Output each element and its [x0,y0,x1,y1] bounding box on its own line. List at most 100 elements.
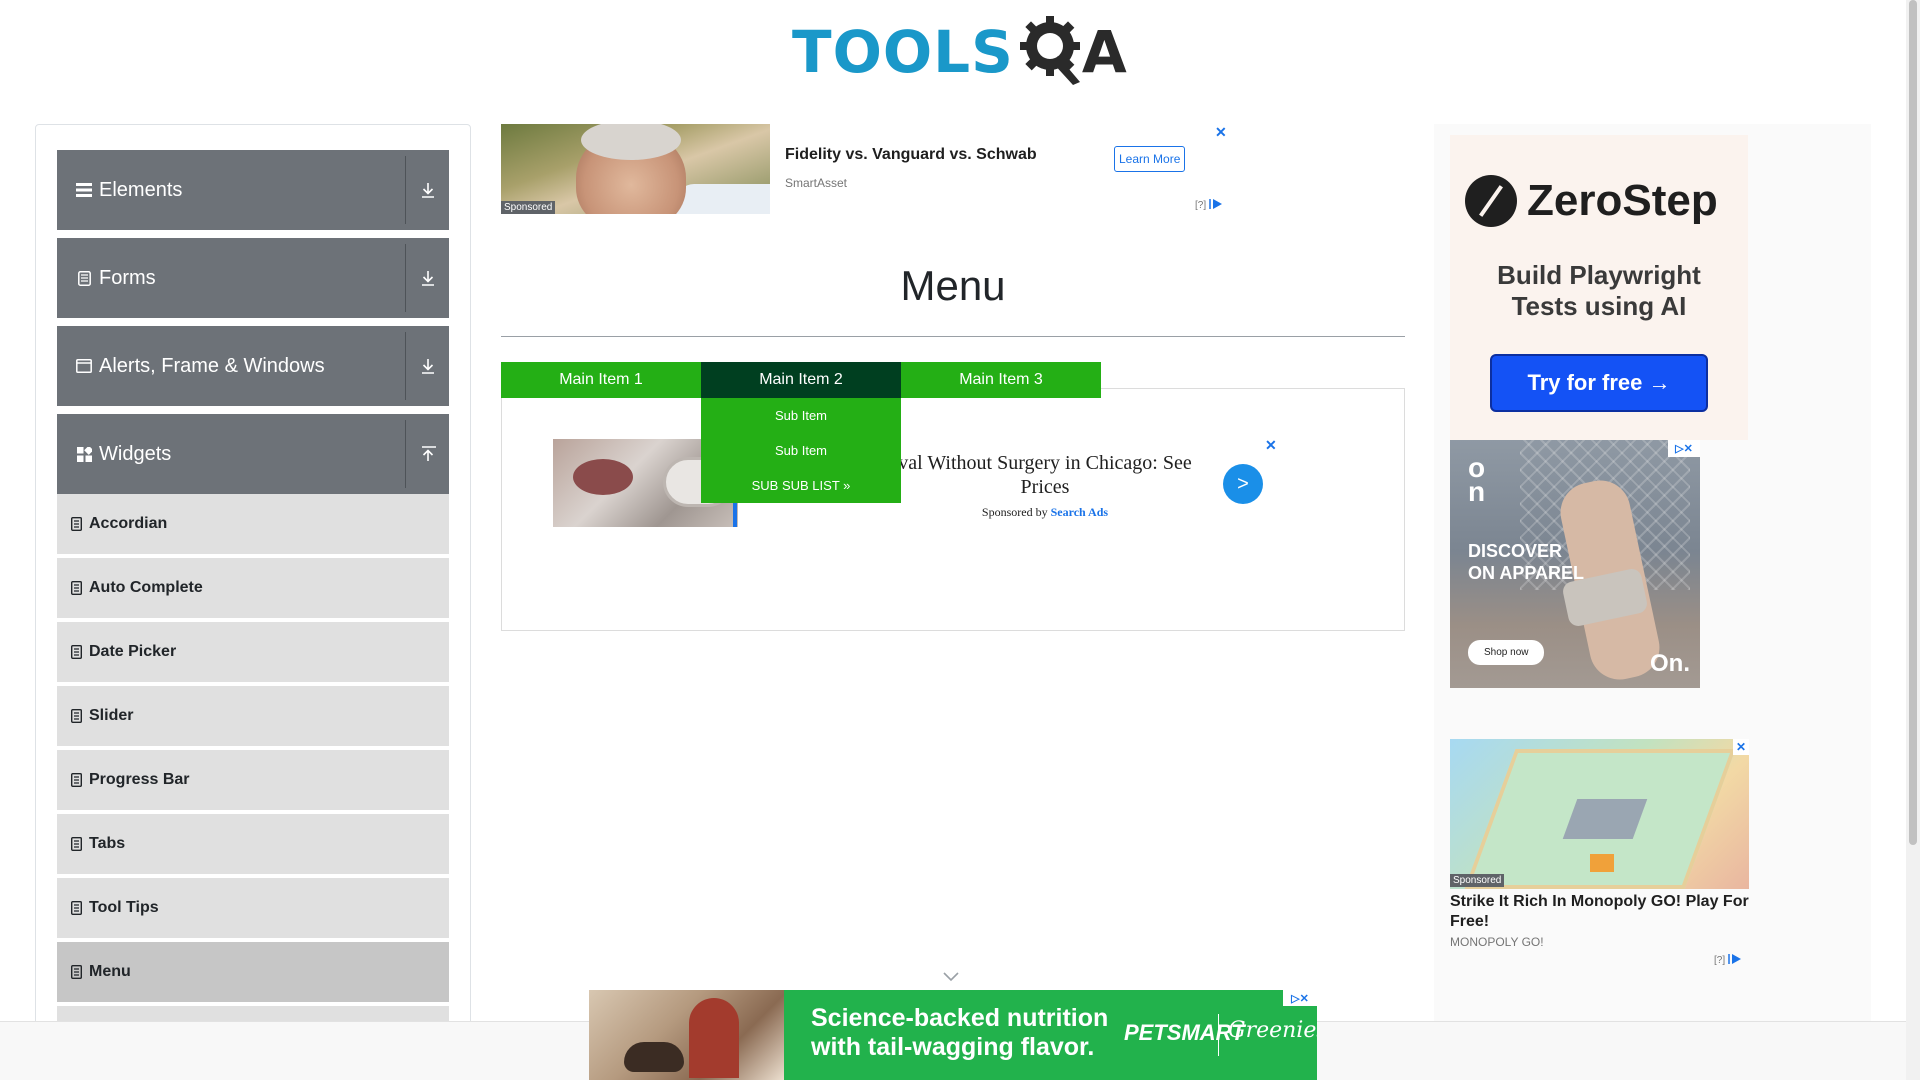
ad-image-person [573,459,633,495]
list-icon [70,644,83,660]
learn-more-button[interactable]: Learn More [1114,146,1186,172]
monopoly-ad-image[interactable] [1450,739,1749,889]
sidebar-group-forms[interactable]: Forms [57,238,449,318]
sidebar-item-label: Tool Tips [89,899,159,916]
toolsqa-logo[interactable]: TOOLS A [792,14,1127,90]
sidebar-item-label: Slider [89,707,134,724]
close-icon[interactable]: ✕ [1265,437,1277,454]
sidebar-item-slider[interactable]: Slider [57,686,449,747]
upload-arrow-icon[interactable] [406,446,449,462]
nav-main-item-3[interactable]: Main Item 3 [901,362,1101,398]
submenu: Sub Item Sub Item SUB SUB LIST » [701,398,901,503]
sponsored-badge: Sponsored [501,201,556,214]
left-panel: Elements Forms Alerts, Frame & Windows W… [35,124,471,1080]
ad-sponsor-prefix: Sponsored by [981,505,1051,519]
page-title: Menu [900,262,1006,309]
scrollbar-thumb[interactable] [1909,0,1917,845]
list-icon [70,964,83,980]
ad-image-dog [624,1042,684,1072]
sidebar-item-accordian[interactable]: Accordian [57,494,449,555]
ad-tagline-2: with tail-wagging flavor. [811,1033,1095,1061]
adchoices-close-icon[interactable]: ▷✕ [1283,990,1317,1006]
download-arrow-icon[interactable] [406,270,449,286]
submenu-item[interactable]: Sub Item [701,398,901,433]
list-icon [70,900,83,916]
ad-tagline-1: Science-backed nutrition [811,1004,1109,1032]
sidebar-group-label: Forms [99,266,156,289]
sidebar-group-widgets[interactable]: Widgets [57,414,449,494]
ad-tagline: Science-backed nutrition with tail-waggi… [811,1004,1108,1062]
sidebar-item-label: Accordian [89,515,168,532]
sidebar-group-elements[interactable]: Elements [57,150,449,230]
ad-image [589,990,784,1080]
sidebar-item-tool-tips[interactable]: Tool Tips [57,878,449,939]
ad-info-label: [?] [1714,955,1726,966]
ad-source: MONOPOLY GO! [1450,935,1544,949]
sidebar-item-label: Menu [89,963,131,980]
sidebar-item-label: Tabs [89,835,126,852]
form-icon [75,269,93,287]
list-icon [70,772,83,788]
nav-main-item-1[interactable]: Main Item 1 [501,362,701,398]
shop-now-button[interactable]: Shop now [1468,640,1545,665]
logo-text: TOOLS [792,18,1014,86]
sidebar-item-tabs[interactable]: Tabs [57,814,449,875]
close-icon[interactable]: ✕ [1215,124,1227,141]
page: TOOLS A Elements Forms Alerts, Frame & W… [0,0,1920,1080]
sidebar-item-auto-complete[interactable]: Auto Complete [57,558,449,619]
menu-nav: Main Item 1 Main Item 2 Main Item 3 [501,362,1101,398]
petsmart-ad[interactable]: Science-backed nutrition with tail-waggi… [589,990,1317,1080]
ad-banner-top[interactable]: Sponsored Fidelity vs. Vanguard vs. Schw… [501,124,1231,214]
zerostep-ad[interactable]: ZeroStep Build Playwright Tests using AI… [1450,135,1748,440]
on-ad-text-2: ON APPAREL [1468,563,1585,583]
ad-title[interactable]: Strike It Rich In Monopoly GO! Play For … [1450,892,1755,932]
download-arrow-icon[interactable] [406,358,449,374]
on-brand-mark: on [1468,452,1486,507]
zerostep-logo: ZeroStep [1465,175,1718,227]
hamburger-icon [75,181,93,199]
ad-image-coat [676,184,770,214]
ad-info-label: [?] [1195,200,1207,211]
sidebar-item-menu[interactable]: Menu [57,942,449,1003]
greenies-logo: Greenies [1228,1018,1317,1043]
ad-image-chest [1590,854,1614,872]
on-logo: On. [1650,650,1690,677]
list-icon [70,516,83,532]
ad-title[interactable]: Fidelity vs. Vanguard vs. Schwab [785,146,1037,164]
adchoices-close-icon[interactable]: ▷✕ [1668,440,1700,457]
sidebar-group-label: Elements [99,178,183,201]
nav-main-item-2[interactable]: Main Item 2 [701,362,901,398]
try-for-free-button[interactable]: Try for free → [1490,354,1708,412]
submenu-item[interactable]: Sub Item [701,433,901,468]
sidebar-group-alerts[interactable]: Alerts, Frame & Windows [57,326,449,406]
list-icon [70,836,83,852]
ad-title[interactable]: val Without Surgery in Chicago: See Pric… [880,451,1210,499]
sidebar-item-label: Date Picker [89,643,177,660]
sidebar-item-label: Progress Bar [89,771,190,788]
ad-source: SmartAsset [785,176,848,190]
ad-info[interactable]: [?] [1714,953,1742,968]
zerostep-tagline-2: Tests using AI [1511,291,1687,321]
ad-image: Sponsored [501,124,770,214]
sidebar-item-progress-bar[interactable]: Progress Bar [57,750,449,811]
ad-sponsor-name[interactable]: Search Ads [1051,505,1108,519]
ad-info[interactable]: [?] [1195,198,1223,213]
window-icon [75,357,93,375]
logo-a: A [1081,18,1127,86]
list-icon [70,708,83,724]
ad-go-button[interactable]: > [1223,464,1263,504]
chevron-down-icon[interactable] [943,969,959,982]
adchoices-icon [1728,953,1742,968]
sponsored-badge: Sponsored [1450,874,1505,887]
submenu-sub-sub-list[interactable]: SUB SUB LIST » [701,468,901,503]
list-icon [70,580,83,596]
on-ad-text-1: DISCOVER [1468,541,1563,561]
ad-image-man [689,998,739,1078]
adchoices-icon [1209,198,1223,213]
zerostep-tagline-1: Build Playwright [1497,260,1701,290]
on-apparel-ad[interactable]: on DISCOVER ON APPAREL Shop now On. [1450,440,1700,688]
download-arrow-icon[interactable] [406,182,449,198]
widgets-icon [75,445,93,463]
sidebar-item-date-picker[interactable]: Date Picker [57,622,449,683]
close-icon[interactable]: ✕ [1733,739,1749,755]
